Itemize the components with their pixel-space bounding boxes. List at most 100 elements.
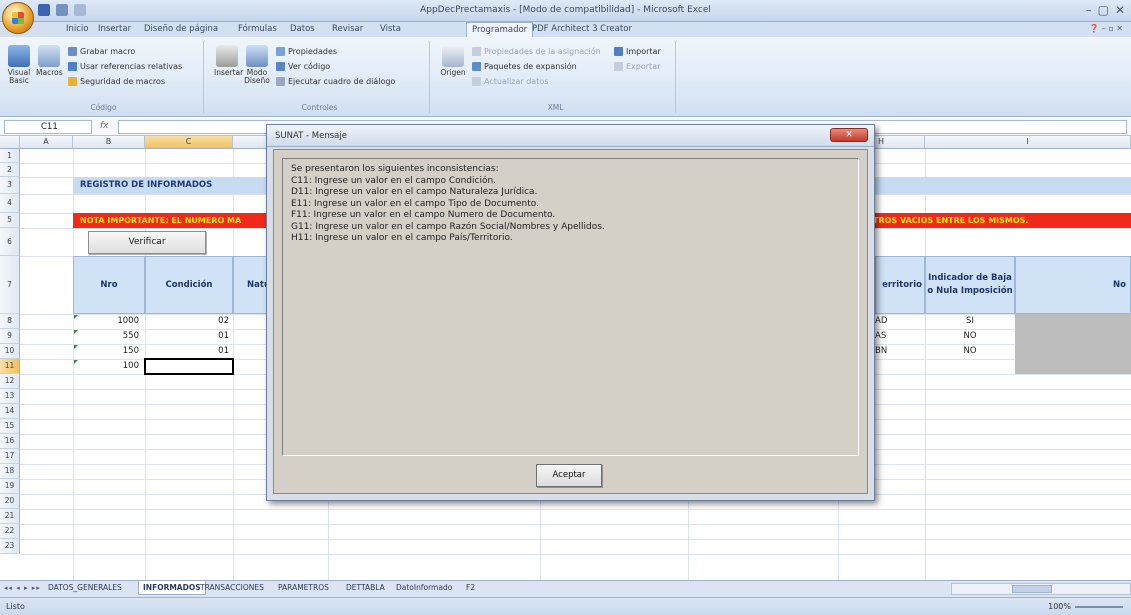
cell-condicion[interactable]: 01 (145, 331, 229, 341)
fx-icon[interactable]: fx (100, 121, 109, 131)
sheet-tab-f2[interactable]: F2 (466, 583, 475, 592)
cell-nro[interactable]: 100 (73, 361, 139, 371)
actualizar-datos-button[interactable]: Actualizar datos (472, 77, 548, 86)
select-all-corner[interactable] (0, 136, 20, 149)
cell-condicion[interactable]: 02 (145, 316, 229, 326)
row-header-2[interactable]: 2 (0, 163, 20, 177)
macros-button[interactable]: Macros (36, 45, 63, 77)
message-line: E11: Ingrese un valor en el campo Tipo d… (291, 198, 539, 209)
help-icon[interactable]: ❓ – ▫ ✕ (1089, 24, 1123, 33)
tab-diseno-pagina[interactable]: Diseño de página (144, 24, 218, 34)
tab-vista[interactable]: Vista (380, 24, 401, 34)
cell-nro[interactable]: 150 (73, 346, 139, 356)
row-header-13[interactable]: 13 (0, 389, 20, 404)
propiedades-asignacion-button[interactable]: Propiedades de la asignación (472, 47, 601, 56)
row-header-7[interactable]: 7 (0, 256, 20, 314)
origen-button[interactable]: Origen (440, 45, 466, 77)
dialog-titlebar[interactable]: SUNAT - Mensaje ✕ (267, 125, 874, 147)
status-bar: Listo 100% (0, 597, 1131, 615)
visual-basic-button[interactable]: Visual Basic (6, 45, 32, 85)
row-header-21[interactable]: 21 (0, 509, 20, 524)
sheet-tab-datos-generales[interactable]: DATOS_GENERALES (48, 583, 122, 592)
row-header-14[interactable]: 14 (0, 404, 20, 419)
row-header-5[interactable]: 5 (0, 213, 20, 228)
ejecutar-cuadro-button[interactable]: Ejecutar cuadro de diálogo (276, 77, 395, 86)
seguridad-macros-button[interactable]: Seguridad de macros (68, 77, 165, 86)
importar-button[interactable]: Importar (614, 47, 661, 56)
active-cell-c11[interactable] (144, 358, 234, 375)
redo-icon[interactable] (74, 4, 86, 16)
cell-territorio[interactable]: AD (875, 316, 921, 326)
header-condicion: Condición (145, 256, 233, 314)
row-header-22[interactable]: 22 (0, 524, 20, 539)
tab-insertar[interactable]: Insertar (98, 24, 131, 34)
name-box[interactable]: C11 (4, 120, 92, 134)
row-header-20[interactable]: 20 (0, 494, 20, 509)
sheet-nav-arrows[interactable]: ◂◂ ◂ ▸ ▸▸ (4, 584, 41, 592)
minimize-button[interactable]: – (1086, 3, 1092, 17)
exportar-button[interactable]: Exportar (614, 62, 660, 71)
cell-indicador[interactable]: NO (925, 331, 1015, 341)
sheet-tab-dettabla[interactable]: DETTABLA (346, 583, 385, 592)
cell-condicion[interactable]: 01 (145, 346, 229, 356)
propiedades-button[interactable]: Propiedades (276, 47, 337, 56)
aceptar-button[interactable]: Aceptar (536, 464, 602, 487)
column-header-i[interactable]: I (925, 136, 1131, 149)
column-header-b[interactable]: B (73, 136, 145, 149)
row-header-6[interactable]: 6 (0, 228, 20, 256)
insertar-control-button[interactable]: Insertar (214, 45, 243, 77)
close-window-button[interactable]: ✕ (1115, 3, 1125, 17)
ver-codigo-button[interactable]: Ver código (276, 62, 330, 71)
cell-indicador[interactable]: NO (925, 346, 1015, 356)
column-header-a[interactable]: A (20, 136, 73, 149)
tab-revisar[interactable]: Revisar (332, 24, 363, 34)
close-icon[interactable]: ✕ (830, 128, 868, 142)
group-codigo: Visual Basic Macros Grabar macro Usar re… (4, 41, 204, 113)
row-header-23[interactable]: 23 (0, 539, 20, 554)
row-header-8[interactable]: 8 (0, 314, 20, 329)
row-header-15[interactable]: 15 (0, 419, 20, 434)
scroll-thumb[interactable] (1012, 585, 1052, 593)
row-header-9[interactable]: 9 (0, 329, 20, 344)
save-icon[interactable] (38, 4, 50, 16)
row-header-4[interactable]: 4 (0, 194, 20, 213)
run-dialog-icon (276, 77, 285, 86)
row-header-1[interactable]: 1 (0, 149, 20, 163)
row-header-12[interactable]: 12 (0, 374, 20, 389)
import-icon (614, 47, 623, 56)
row-header-17[interactable]: 17 (0, 449, 20, 464)
office-button[interactable] (2, 2, 34, 34)
cell-territorio[interactable]: AS (875, 331, 921, 341)
row-header-3[interactable]: 3 (0, 177, 20, 194)
maximize-button[interactable]: ▢ (1098, 3, 1109, 17)
verificar-button[interactable]: Verificar (88, 231, 206, 254)
undo-icon[interactable] (56, 4, 68, 16)
cell-nro[interactable]: 550 (73, 331, 139, 341)
usar-referencias-button[interactable]: Usar referencias relativas (68, 62, 182, 71)
sheet-tab-parametros[interactable]: PARAMETROS (278, 583, 329, 592)
paquetes-expansion-button[interactable]: Paquetes de expansión (472, 62, 577, 71)
sheet-tab-datoinformado[interactable]: DatoInformado (396, 583, 452, 592)
grabar-macro-button[interactable]: Grabar macro (68, 47, 135, 56)
row-header-10[interactable]: 10 (0, 344, 20, 359)
cell-territorio[interactable]: BN (875, 346, 921, 356)
column-header-c[interactable]: C (145, 136, 233, 149)
tab-formulas[interactable]: Fórmulas (238, 24, 277, 34)
zoom-level[interactable]: 100% (1048, 602, 1071, 611)
tab-datos[interactable]: Datos (290, 24, 315, 34)
sheet-tab-transacciones[interactable]: TRANSACCIONES (200, 583, 264, 592)
modo-diseno-button[interactable]: Modo Diseño (244, 45, 270, 85)
zoom-slider[interactable] (1075, 606, 1123, 608)
horizontal-scrollbar[interactable] (951, 583, 1131, 595)
cell-nro[interactable]: 1000 (73, 316, 139, 326)
row-header-19[interactable]: 19 (0, 479, 20, 494)
cell-indicador[interactable]: SI (925, 316, 1015, 326)
sheet-tab-informados[interactable]: INFORMADOS (138, 581, 206, 595)
tab-pdf-architect[interactable]: PDF Architect 3 Creator (532, 24, 632, 34)
gridline (20, 554, 1131, 555)
row-header-11[interactable]: 11 (0, 359, 20, 374)
row-header-16[interactable]: 16 (0, 434, 20, 449)
row-header-18[interactable]: 18 (0, 464, 20, 479)
tab-programador[interactable]: Programador (466, 22, 534, 37)
tab-inicio[interactable]: Inicio (66, 24, 89, 34)
